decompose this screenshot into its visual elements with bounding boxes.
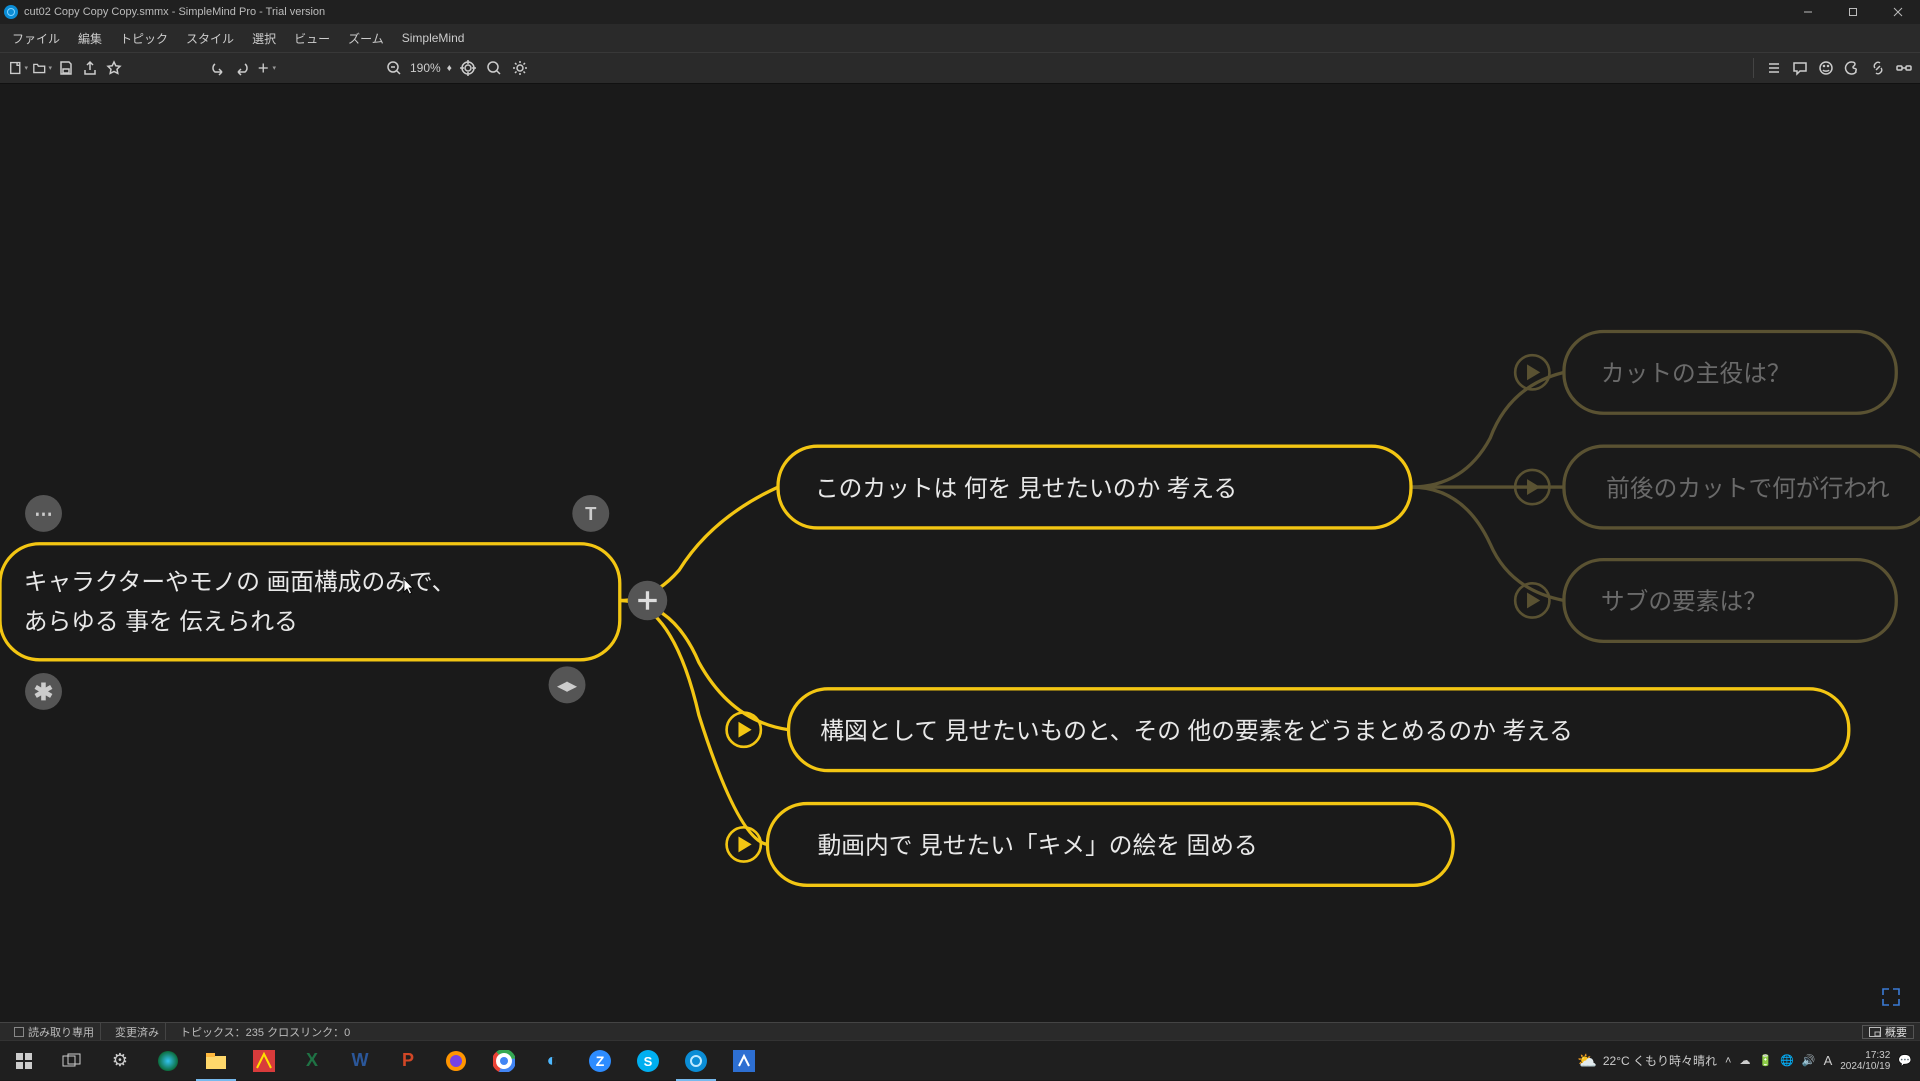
skype-icon[interactable]: S <box>624 1041 672 1081</box>
svg-text:T: T <box>585 503 597 524</box>
window-controls <box>1785 0 1920 24</box>
root-add-handle[interactable] <box>628 581 668 621</box>
svg-text:Z: Z <box>596 1053 605 1069</box>
comment-icon[interactable] <box>1790 58 1810 78</box>
topic-count: トピックス：235 クロスリンク：0 <box>174 1023 356 1040</box>
g3-text: サブの要素は？ <box>1601 589 1767 616</box>
tray-ime-icon[interactable]: A <box>1824 1053 1833 1068</box>
app-red-icon[interactable] <box>240 1041 288 1081</box>
menu-simplemind[interactable]: SimpleMind <box>394 29 473 47</box>
g2-text: 前後のカットで何が行われ <box>1606 475 1890 502</box>
task-view-icon[interactable] <box>48 1041 96 1081</box>
statusbar: 読み取り専用 変更済み トピックス：235 クロスリンク：0 概要 <box>0 1022 1920 1040</box>
minimize-button[interactable] <box>1785 0 1830 24</box>
fullscreen-icon[interactable] <box>1880 986 1902 1008</box>
firefox-icon[interactable] <box>432 1041 480 1081</box>
menu-file[interactable]: ファイル <box>4 28 68 49</box>
close-button[interactable] <box>1875 0 1920 24</box>
undo-icon[interactable] <box>208 58 228 78</box>
app-blue-icon[interactable] <box>720 1041 768 1081</box>
menu-edit[interactable]: 編集 <box>70 28 110 49</box>
sun-icon[interactable] <box>510 58 530 78</box>
emoji-icon[interactable] <box>1816 58 1836 78</box>
powerpoint-icon[interactable]: P <box>384 1041 432 1081</box>
grandchild-node-3[interactable]: サブの要素は？ <box>1564 560 1896 642</box>
target-icon[interactable] <box>458 58 478 78</box>
overview-button[interactable]: 概要 <box>1862 1025 1914 1039</box>
tray-network-icon[interactable]: 🌐 <box>1780 1054 1794 1067</box>
svg-text:◂▸: ◂▸ <box>557 674 577 695</box>
weather-widget[interactable]: ⛅ 22°C くもり時々晴れ <box>1577 1051 1717 1071</box>
window-title: cut02 Copy Copy Copy.smmx - SimpleMind P… <box>24 6 325 18</box>
child-node-2[interactable]: 構図として 見せたいものと、その 他の要素をどうまとめるのか 考える <box>789 689 1849 771</box>
app-icon <box>4 5 18 19</box>
zoom-app-icon[interactable]: Z <box>576 1041 624 1081</box>
tray-volume-icon[interactable]: 🔊 <box>1802 1054 1816 1067</box>
tray-chevron-icon[interactable]: ˄ <box>1725 1055 1731 1067</box>
svg-text:✱: ✱ <box>34 680 54 706</box>
redo-icon[interactable] <box>232 58 252 78</box>
new-icon[interactable] <box>8 58 28 78</box>
menu-style[interactable]: スタイル <box>178 28 242 49</box>
chrome-icon[interactable] <box>480 1041 528 1081</box>
zoom-value[interactable]: 190% <box>410 61 441 75</box>
relation-icon[interactable] <box>1894 58 1914 78</box>
save-icon[interactable] <box>56 58 76 78</box>
mindmap-canvas[interactable]: キャラクターやモノの 画面構成のみで、 あらゆる 事を 伝えられる ⋯ T ✱ … <box>0 84 1920 1022</box>
menu-zoom[interactable]: ズーム <box>340 28 392 49</box>
grandchild-node-2[interactable]: 前後のカットで何が行われ <box>1564 446 1920 528</box>
tray-battery-icon[interactable]: 🔋 <box>1758 1054 1772 1067</box>
add-icon[interactable] <box>256 58 276 78</box>
root-line2: あらゆる 事を 伝えられる <box>24 608 298 635</box>
svg-text:⋯: ⋯ <box>34 503 52 524</box>
menu-topic[interactable]: トピック <box>112 28 176 49</box>
system-tray: ⛅ 22°C くもり時々晴れ ˄ ☁ 🔋 🌐 🔊 A 17:32 2024/10… <box>1577 1050 1920 1072</box>
list-icon[interactable] <box>1764 58 1784 78</box>
menu-view[interactable]: ビュー <box>286 28 338 49</box>
settings-icon[interactable]: ⚙ <box>96 1041 144 1081</box>
g1-text: カットの主役は？ <box>1601 361 1791 388</box>
clock[interactable]: 17:32 2024/10/19 <box>1840 1050 1890 1072</box>
root-line1: キャラクターやモノの 画面構成のみで、 <box>24 569 456 596</box>
explorer-icon[interactable] <box>192 1041 240 1081</box>
child-node-3-expand[interactable] <box>727 827 761 861</box>
start-button[interactable] <box>0 1041 48 1081</box>
child-node-3[interactable]: 動画内で 見せたい「キメ」の絵を 固める <box>767 804 1453 886</box>
notification-icon[interactable]: 💬 <box>1898 1054 1912 1067</box>
star-icon[interactable] <box>104 58 124 78</box>
maximize-button[interactable] <box>1830 0 1875 24</box>
root-text-handle[interactable]: T <box>572 495 609 532</box>
c3-text: 動画内で 見せたい「キメ」の絵を 固める <box>818 833 1258 860</box>
taskbar: ⚙ X W P ◐ Z S ⛅ 22°C くもり時々晴れ ˄ ☁ 🔋 🌐 🔊 A… <box>0 1040 1920 1080</box>
toolbar: 190%♦ <box>0 52 1920 84</box>
zoom-out-icon[interactable] <box>384 58 404 78</box>
link-icon[interactable] <box>1868 58 1888 78</box>
c1-text: このカットは 何を 見せたいのか 考える <box>815 475 1237 502</box>
palette-icon[interactable] <box>1842 58 1862 78</box>
word-icon[interactable]: W <box>336 1041 384 1081</box>
root-move-handle[interactable]: ◂▸ <box>549 666 586 703</box>
root-star-handle[interactable]: ✱ <box>25 673 62 710</box>
root-menu-handle[interactable]: ⋯ <box>25 495 62 532</box>
readonly-toggle[interactable]: 読み取り専用 <box>8 1023 101 1040</box>
grandchild-node-1[interactable]: カットの主役は？ <box>1564 331 1896 413</box>
search-icon[interactable] <box>484 58 504 78</box>
app-cloud-icon[interactable]: ◐ <box>528 1041 576 1081</box>
excel-icon[interactable]: X <box>288 1041 336 1081</box>
simplemind-taskbar-icon[interactable] <box>672 1041 720 1081</box>
edge-icon[interactable] <box>144 1041 192 1081</box>
child-node-1[interactable]: このカットは 何を 見せたいのか 考える <box>778 446 1411 528</box>
svg-text:S: S <box>644 1054 653 1069</box>
menu-select[interactable]: 選択 <box>244 28 284 49</box>
child-node-2-expand[interactable] <box>727 713 761 747</box>
share-icon[interactable] <box>80 58 100 78</box>
open-icon[interactable] <box>32 58 52 78</box>
tray-onedrive-icon[interactable]: ☁ <box>1739 1054 1750 1067</box>
changed-label: 変更済み <box>109 1023 166 1040</box>
c2-text: 構図として 見せたいものと、その 他の要素をどうまとめるのか 考える <box>820 718 1573 745</box>
root-node[interactable]: キャラクターやモノの 画面構成のみで、 あらゆる 事を 伝えられる <box>0 544 620 660</box>
titlebar: cut02 Copy Copy Copy.smmx - SimpleMind P… <box>0 0 1920 24</box>
menubar: ファイル 編集 トピック スタイル 選択 ビュー ズーム SimpleMind <box>0 24 1920 52</box>
